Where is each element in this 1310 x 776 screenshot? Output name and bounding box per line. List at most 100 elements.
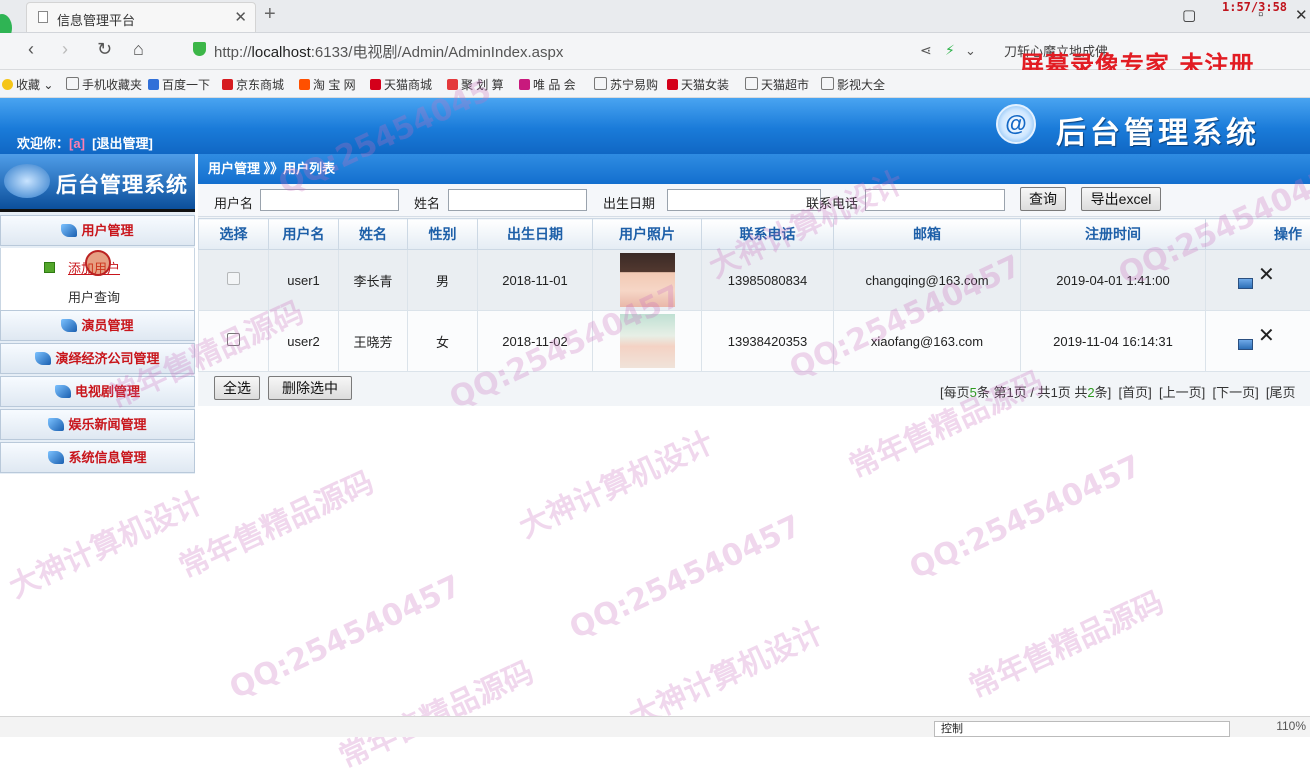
- juhuasuan-icon: [447, 79, 458, 90]
- page-icon: [38, 11, 48, 23]
- row-checkbox[interactable]: [227, 333, 240, 346]
- watermark-text: QQ:254540457: [564, 509, 806, 647]
- forward-icon[interactable]: ›: [62, 39, 68, 60]
- menu-agency-management[interactable]: 演绎经济公司管理: [0, 343, 195, 374]
- watermark-text: QQ:254540457: [904, 449, 1146, 587]
- page-icon: [821, 77, 834, 90]
- welcome-area: 欢迎你：[a] [退出管理]: [17, 133, 153, 152]
- share-icon[interactable]: ⋖: [920, 42, 932, 59]
- table-row: user2 王晓芳 女 2018-11-02 13938420353 xiaof…: [199, 311, 1310, 372]
- bookmark-item[interactable]: 天猫商城: [370, 76, 432, 93]
- pager-next[interactable]: [下一页]: [1212, 385, 1258, 400]
- url-field[interactable]: http://localhost:6133/电视剧/Admin/AdminInd…: [214, 41, 563, 62]
- vip-icon: [519, 79, 530, 90]
- bookmark-item[interactable]: 手机收藏夹: [66, 76, 142, 93]
- logo-text: 后台管理系统: [1056, 108, 1260, 152]
- username-input[interactable]: [260, 189, 399, 211]
- watermark-text: 常年售精品源码: [961, 578, 1170, 707]
- birth-input[interactable]: [667, 189, 821, 211]
- restore-icon[interactable]: ▢: [1182, 6, 1196, 24]
- home-icon[interactable]: ⌂: [133, 39, 144, 60]
- submenu-user-query[interactable]: 用户查询: [68, 287, 120, 306]
- sidebar-title: 后台管理系统: [0, 154, 195, 212]
- menu-icon: [35, 352, 51, 365]
- photo-cell: [593, 250, 702, 311]
- pager-prev[interactable]: [上一页]: [1159, 385, 1205, 400]
- birth-cell: 2018-11-02: [478, 311, 593, 372]
- new-tab-button[interactable]: +: [264, 3, 276, 26]
- edit-icon[interactable]: [1238, 278, 1253, 289]
- welcome-label: 欢迎你：: [17, 136, 69, 151]
- search-bar: 用户名 姓名 出生日期 联系电话 查询 导出excel: [198, 184, 1310, 217]
- name-cell: 王晓芳: [339, 311, 408, 372]
- export-excel-button[interactable]: 导出excel: [1081, 187, 1161, 211]
- name-input[interactable]: [448, 189, 587, 211]
- menu-icon: [61, 224, 77, 237]
- delete-selected-button[interactable]: 删除选中: [268, 376, 352, 400]
- reload-icon[interactable]: ↻: [97, 39, 112, 60]
- edit-icon[interactable]: [1238, 339, 1253, 350]
- browser-tab[interactable]: 信息管理平台 ✕: [26, 2, 256, 32]
- cursor-highlight: [85, 250, 111, 276]
- menu-news-management[interactable]: 娱乐新闻管理: [0, 409, 195, 440]
- table-header-row: 选择 用户名 姓名 性别 出生日期 用户照片 联系电话 邮箱 注册时间 操作: [199, 219, 1310, 250]
- col-photo: 用户照片: [593, 219, 702, 250]
- bookmark-item[interactable]: 唯 品 会: [519, 76, 576, 93]
- pager-first[interactable]: [首页]: [1119, 385, 1152, 400]
- pager-last[interactable]: [尾页: [1266, 385, 1296, 400]
- bookmark-item[interactable]: 京东商城: [222, 76, 284, 93]
- tab-title: 信息管理平台: [57, 10, 135, 29]
- bookmark-item[interactable]: 影视大全: [821, 76, 885, 93]
- watermark-text: 大神计算机设计: [1, 478, 210, 607]
- bookmark-item[interactable]: 淘 宝 网: [299, 76, 356, 93]
- query-button[interactable]: 查询: [1020, 187, 1066, 211]
- select-all-button[interactable]: 全选: [214, 376, 260, 400]
- tmall-icon: [370, 79, 381, 90]
- bookmark-item[interactable]: 收藏 ⌄: [2, 76, 53, 93]
- bookmark-item[interactable]: 百度一下: [148, 76, 210, 93]
- logo-emblem-icon: @: [996, 104, 1036, 144]
- menu-actor-management[interactable]: 演员管理: [0, 310, 195, 341]
- bookmark-item[interactable]: 天猫女装: [667, 76, 729, 93]
- actions-cell: ✕: [1206, 250, 1310, 311]
- bookmark-item[interactable]: 天猫超市: [745, 76, 809, 93]
- col-phone: 联系电话: [702, 219, 834, 250]
- username-cell: user1: [269, 250, 339, 311]
- logout-link[interactable]: [退出管理]: [92, 136, 153, 151]
- menu-tvdrama-management[interactable]: 电视剧管理: [0, 376, 195, 407]
- registered-cell: 2019-11-04 16:14:31: [1021, 311, 1206, 372]
- lightning-icon[interactable]: ⚡: [945, 42, 955, 59]
- gender-cell: 男: [408, 250, 478, 311]
- main-content: 用户管理 》》用户列表 用户名 姓名 出生日期 联系电话 查询 导出excel …: [198, 154, 1310, 406]
- back-icon[interactable]: ‹: [28, 39, 34, 60]
- menu-system-info[interactable]: 系统信息管理: [0, 442, 195, 473]
- chevron-down-icon[interactable]: ⌄: [965, 43, 976, 59]
- phone-input[interactable]: [865, 189, 1005, 211]
- control-panel[interactable]: 控制: [934, 721, 1230, 737]
- watermark-text: 大神计算机设计: [511, 418, 720, 547]
- menu-icon: [48, 451, 64, 464]
- delete-icon[interactable]: ✕: [1258, 262, 1275, 287]
- recorder-time: 1:57/3:58: [1222, 0, 1287, 14]
- row-checkbox[interactable]: [227, 272, 240, 285]
- col-username: 用户名: [269, 219, 339, 250]
- tab-close-icon[interactable]: ✕: [234, 8, 247, 26]
- zoom-level[interactable]: 110%: [1276, 719, 1306, 733]
- menu-icon: [55, 385, 71, 398]
- registered-cell: 2019-04-01 1:41:00: [1021, 250, 1206, 311]
- bookmark-item[interactable]: 聚 划 算: [447, 76, 504, 93]
- col-registered: 注册时间: [1021, 219, 1206, 250]
- close-window-icon[interactable]: ✕: [1295, 6, 1308, 24]
- menu-user-management[interactable]: 用户管理: [0, 215, 195, 246]
- delete-icon[interactable]: ✕: [1258, 323, 1275, 348]
- col-name: 姓名: [339, 219, 408, 250]
- sidebar-logo-icon: [4, 164, 50, 198]
- bookmark-item[interactable]: 苏宁易购: [594, 76, 658, 93]
- app-header: 欢迎你：[a] [退出管理] @ 后台管理系统: [0, 98, 1310, 154]
- secure-shield-icon: [193, 42, 206, 56]
- menu-icon: [48, 418, 64, 431]
- page-icon: [594, 77, 607, 90]
- watermark-text: 常年售精品源码: [171, 458, 380, 587]
- email-cell: changqing@163.com: [834, 250, 1021, 311]
- name-label: 姓名: [414, 193, 440, 212]
